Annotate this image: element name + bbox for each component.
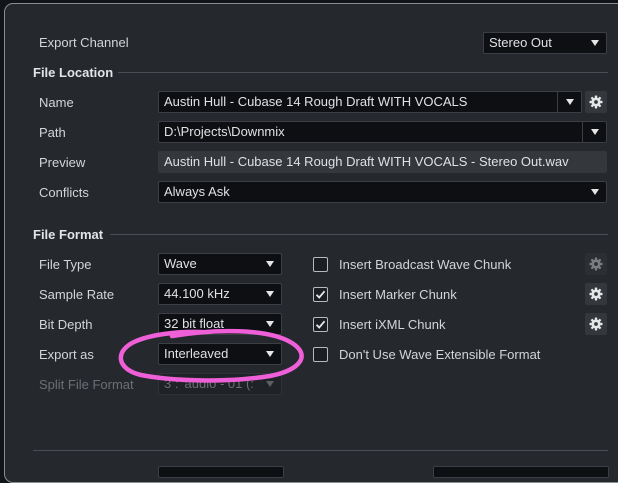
split-file-format-label: Split File Format	[39, 377, 134, 392]
marker-chunk-gear-icon[interactable]	[585, 283, 607, 305]
chevron-down-icon	[589, 33, 601, 53]
file-location-divider	[118, 72, 608, 73]
file-type-value: Wave	[164, 256, 197, 271]
checkmark-icon	[315, 290, 326, 299]
ixml-chunk-checkbox[interactable]	[313, 317, 328, 332]
conflicts-label: Conflicts	[39, 185, 89, 200]
chevron-down-icon[interactable]	[589, 122, 601, 142]
partial-select-right[interactable]	[433, 466, 609, 478]
name-field-divider	[557, 92, 558, 112]
preview-label: Preview	[39, 155, 86, 170]
ixml-chunk-gear-icon[interactable]	[585, 313, 607, 335]
conflicts-value: Always Ask	[164, 184, 230, 199]
broadcast-wave-gear-icon	[585, 253, 607, 275]
chevron-down-icon	[264, 344, 276, 364]
split-file-format-select: 3 : 'audio - 01 (:	[158, 373, 282, 395]
sample-rate-select[interactable]: 44.100 kHz	[158, 283, 282, 305]
chevron-down-icon	[589, 182, 601, 202]
name-label: Name	[39, 95, 74, 110]
path-field[interactable]: D:\Projects\Downmix	[158, 121, 607, 143]
bit-depth-select[interactable]: 32 bit float	[158, 313, 282, 335]
export-as-label: Export as	[39, 347, 94, 362]
sample-rate-label: Sample Rate	[39, 287, 115, 302]
path-field-divider	[582, 122, 583, 142]
export-channel-select[interactable]: Stereo Out	[483, 32, 607, 54]
export-channel-value: Stereo Out	[489, 35, 552, 50]
name-value: Austin Hull - Cubase 14 Rough Draft WITH…	[164, 94, 468, 109]
export-channel-label: Export Channel	[39, 35, 129, 50]
file-type-select[interactable]: Wave	[158, 253, 282, 275]
conflicts-select[interactable]: Always Ask	[158, 181, 607, 203]
bottom-divider	[33, 450, 608, 451]
preview-value: Austin Hull - Cubase 14 Rough Draft WITH…	[164, 154, 569, 169]
name-settings-gear-icon[interactable]	[585, 91, 607, 113]
file-type-label: File Type	[39, 257, 92, 272]
chevron-down-icon[interactable]	[564, 92, 576, 112]
sample-rate-value: 44.100 kHz	[164, 286, 230, 301]
bit-depth-value: 32 bit float	[164, 316, 224, 331]
name-field[interactable]: Austin Hull - Cubase 14 Rough Draft WITH…	[158, 91, 582, 113]
broadcast-wave-checkbox[interactable]	[313, 257, 328, 272]
chevron-down-icon	[264, 284, 276, 304]
export-as-value: Interleaved	[164, 346, 229, 361]
marker-chunk-checkbox[interactable]	[313, 287, 328, 302]
checkmark-icon	[315, 320, 326, 329]
file-location-heading: File Location	[33, 65, 114, 80]
file-format-divider	[110, 234, 608, 235]
path-value: D:\Projects\Downmix	[164, 124, 285, 139]
partial-select-left[interactable]	[158, 466, 284, 478]
chevron-down-icon	[264, 254, 276, 274]
marker-chunk-label: Insert Marker Chunk	[339, 287, 457, 302]
wave-extensible-label: Don't Use Wave Extensible Format	[339, 347, 541, 362]
file-format-heading: File Format	[33, 227, 104, 242]
chevron-down-icon	[264, 374, 276, 394]
wave-extensible-checkbox[interactable]	[313, 347, 328, 362]
bit-depth-label: Bit Depth	[39, 317, 93, 332]
path-label: Path	[39, 125, 66, 140]
chevron-down-icon	[264, 314, 276, 334]
preview-field: Austin Hull - Cubase 14 Rough Draft WITH…	[158, 151, 607, 173]
ixml-chunk-label: Insert iXML Chunk	[339, 317, 446, 332]
split-file-format-value: 3 : 'audio - 01 (:	[164, 376, 254, 391]
broadcast-wave-label: Insert Broadcast Wave Chunk	[339, 257, 512, 272]
export-as-select[interactable]: Interleaved	[158, 343, 282, 365]
